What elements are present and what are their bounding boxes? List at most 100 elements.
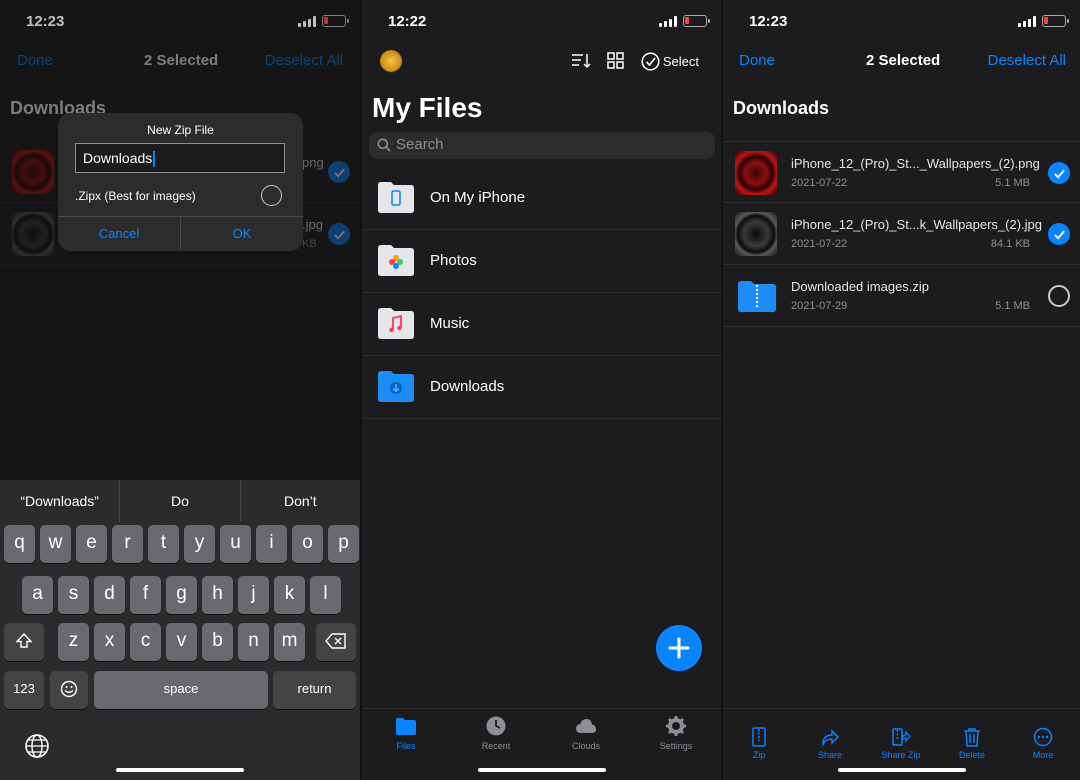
delete-action-button[interactable]: Delete (942, 727, 1002, 760)
zip-action-button[interactable]: Zip (729, 727, 789, 760)
key-k[interactable]: k (274, 576, 305, 614)
share-action-button[interactable]: Share (800, 727, 860, 760)
suggestion-item[interactable]: Don’t (241, 480, 360, 522)
tab-files[interactable]: Files (371, 715, 441, 751)
suggestion-item[interactable]: Do (120, 480, 241, 522)
tab-settings[interactable]: Settings (641, 715, 711, 751)
more-icon (1033, 727, 1053, 747)
suggestion-item[interactable]: “Downloads” (0, 480, 121, 522)
file-date: 2021-07-22 (791, 238, 848, 250)
grid-view-icon[interactable] (606, 52, 626, 70)
tab-label: Files (396, 741, 416, 751)
key-y[interactable]: y (184, 525, 215, 563)
key-h[interactable]: h (202, 576, 233, 614)
return-key[interactable]: return (273, 671, 356, 709)
select-button[interactable]: Select (641, 52, 699, 71)
space-key[interactable]: space (94, 671, 268, 709)
key-z[interactable]: z (58, 623, 89, 661)
key-f[interactable]: f (130, 576, 161, 614)
folder-row-on-my-iphone[interactable]: On My iPhone (362, 167, 721, 230)
deselect-all-button[interactable]: Deselect All (988, 52, 1066, 69)
more-action-button[interactable]: More (1013, 727, 1073, 760)
key-o[interactable]: o (292, 525, 323, 563)
text-caret (153, 151, 155, 168)
key-n[interactable]: n (238, 623, 269, 661)
key-x[interactable]: x (94, 623, 125, 661)
key-row-1: qwertyuiop (0, 525, 360, 563)
select-check-icon (641, 52, 660, 71)
zip-name-input[interactable]: Downloads (75, 143, 285, 173)
key-g[interactable]: g (166, 576, 197, 614)
select-label: Select (662, 54, 699, 69)
key-p[interactable]: p (328, 525, 359, 563)
globe-icon[interactable] (24, 733, 50, 759)
key-c[interactable]: c (130, 623, 161, 661)
list-item[interactable]: iPhone_12_(Pro)_St...k_Wallpapers_(2).jp… (723, 203, 1080, 265)
clock-icon (486, 716, 506, 736)
zip-dialog-screen: 12:23 Done 2 Selected Deselect All Downl… (0, 0, 360, 780)
file-thumbnail (735, 151, 777, 195)
done-button[interactable]: Done (739, 52, 775, 69)
battery-icon (683, 15, 710, 27)
status-time: 12:22 (388, 13, 427, 30)
tab-recent[interactable]: Recent (461, 715, 531, 751)
zipx-option-radio[interactable] (261, 185, 282, 206)
list-item[interactable]: iPhone_12_(Pro)_St..._Wallpapers_(2).png… (723, 141, 1080, 203)
key-row-4: 123 space return (0, 671, 360, 709)
screenshot-composite: 12:23 Done 2 Selected Deselect All Downl… (0, 0, 1080, 780)
key-i[interactable]: i (256, 525, 287, 563)
key-v[interactable]: v (166, 623, 197, 661)
shift-key[interactable] (4, 623, 44, 661)
tab-label: Settings (659, 741, 693, 751)
search-placeholder: Search (396, 136, 444, 153)
key-l[interactable]: l (310, 576, 341, 614)
add-button[interactable] (656, 625, 702, 671)
emoji-key[interactable] (50, 671, 88, 709)
share-zip-icon (892, 728, 911, 746)
file-date: 2021-07-22 (791, 177, 848, 189)
key-t[interactable]: t (148, 525, 179, 563)
numbers-key[interactable]: 123 (4, 671, 44, 709)
folder-row-music[interactable]: Music (362, 293, 721, 356)
suggestion-bar: “Downloads” Do Don’t (0, 480, 360, 522)
key-u[interactable]: u (220, 525, 251, 563)
folder-label: Downloads (430, 378, 505, 395)
keyboard: “Downloads” Do Don’t qwertyuiop asdfghjk… (0, 480, 360, 780)
file-name: iPhone_12_(Pro)_St...k_Wallpapers_(2).jp… (791, 217, 1042, 232)
sort-icon[interactable] (571, 52, 591, 70)
key-r[interactable]: r (112, 525, 143, 563)
key-d[interactable]: d (94, 576, 125, 614)
key-s[interactable]: s (58, 576, 89, 614)
backspace-key[interactable] (316, 623, 356, 661)
share-zip-action-button[interactable]: Share Zip (871, 727, 931, 760)
key-row-2: asdfghjkl (0, 576, 360, 614)
key-w[interactable]: w (40, 525, 71, 563)
premium-badge-icon[interactable] (380, 50, 402, 72)
folder-label: Music (430, 315, 470, 332)
cancel-button[interactable]: Cancel (58, 217, 181, 251)
search-input[interactable]: Search (369, 132, 715, 159)
checkmark-icon[interactable] (1048, 223, 1070, 245)
section-title: Downloads (733, 98, 830, 118)
action-label: Delete (958, 750, 985, 760)
photos-folder-icon (378, 245, 414, 276)
key-j[interactable]: j (238, 576, 269, 614)
checkmark-icon[interactable] (1048, 162, 1070, 184)
list-item[interactable]: Downloaded images.zip 2021-07-29 5.1 MB (723, 265, 1080, 327)
key-e[interactable]: e (76, 525, 107, 563)
new-zip-dialog: New Zip File Downloads .Zipx (Best for i… (58, 113, 303, 251)
home-indicator (837, 768, 966, 772)
unselected-radio[interactable] (1048, 285, 1070, 307)
my-files-screen: 12:22 Select My Files Search On My iPhon… (362, 0, 721, 780)
folder-row-downloads[interactable]: Downloads (362, 356, 721, 419)
ok-button[interactable]: OK (181, 217, 303, 251)
iphone-folder-icon (378, 182, 414, 213)
key-b[interactable]: b (202, 623, 233, 661)
tab-clouds[interactable]: Clouds (551, 715, 621, 751)
selection-screen: 12:23 Done 2 Selected Deselect All Downl… (723, 0, 1080, 780)
key-a[interactable]: a (22, 576, 53, 614)
file-thumbnail (735, 212, 777, 256)
folder-row-photos[interactable]: Photos (362, 230, 721, 293)
key-m[interactable]: m (274, 623, 305, 661)
key-q[interactable]: q (4, 525, 35, 563)
